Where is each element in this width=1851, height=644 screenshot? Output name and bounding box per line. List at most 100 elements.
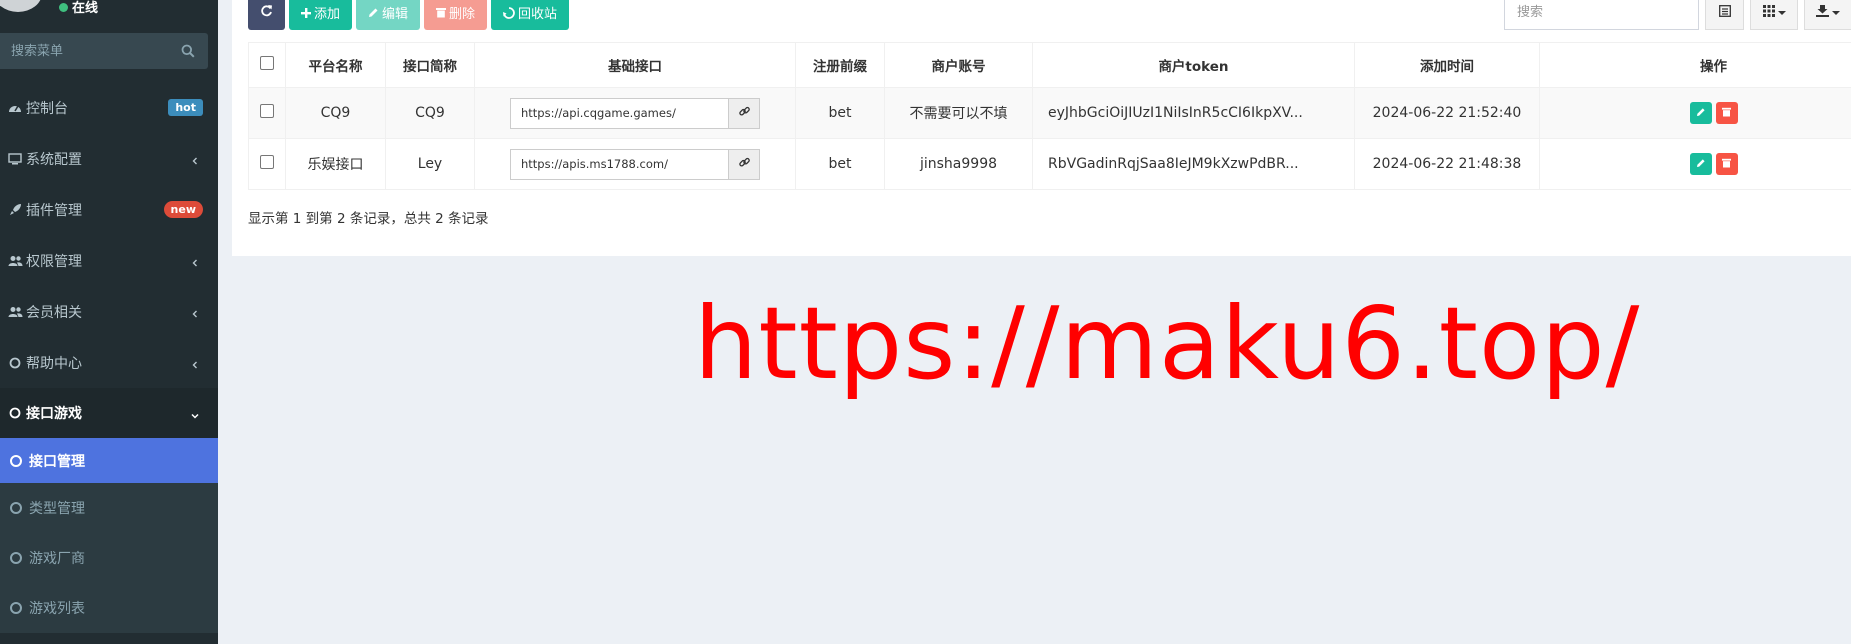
sidebar-subitem-type-manage[interactable]: 类型管理: [0, 483, 218, 533]
add-button-label: 添加: [314, 7, 341, 22]
trash-icon: [436, 7, 447, 18]
circle-icon: [10, 454, 22, 467]
cell-account: 不需要可以不填: [884, 87, 1033, 139]
api-url-input[interactable]: [510, 97, 728, 129]
avatar[interactable]: [0, 0, 42, 12]
menu-search-input[interactable]: [0, 33, 170, 69]
table-tools: [1504, 0, 1851, 30]
header-base-api[interactable]: 基础接口: [474, 42, 796, 88]
refresh-icon: [260, 4, 273, 21]
refresh-button[interactable]: [248, 0, 285, 30]
sidebar-item-label: 接口游戏: [26, 406, 82, 422]
sidebar-item-dashboard[interactable]: 控制台 hot: [0, 82, 218, 133]
watermark-url: https://maku6.top/: [694, 285, 1641, 402]
header-merchant-token[interactable]: 商户token: [1032, 42, 1355, 88]
sidebar-subitem-label: 游戏厂商: [29, 551, 85, 567]
sidebar-item-label: 权限管理: [26, 253, 82, 270]
table-row[interactable]: CQ9 CQ9 bet 不需要可以不填 eyJhbGciOiJIUzI1NiIs…: [248, 87, 1851, 139]
circle-icon: [7, 355, 23, 371]
sidebar-subitem-label: 类型管理: [29, 501, 85, 517]
open-link-button[interactable]: [728, 148, 760, 180]
circle-icon: [7, 405, 23, 421]
grid-icon: [1762, 4, 1775, 21]
sidebar-item-system-config[interactable]: 系统配置: [0, 133, 218, 184]
sidebar-subitem-api-manage[interactable]: 接口管理: [0, 438, 218, 483]
trash-icon: [1722, 156, 1731, 172]
sidebar-subitem-label: 接口管理: [29, 453, 85, 470]
header-register-prefix[interactable]: 注册前缀: [795, 42, 885, 88]
cell-short: CQ9: [385, 87, 475, 139]
select-all-checkbox[interactable]: [260, 56, 274, 70]
header-select-all: [248, 42, 286, 88]
cell-select: [248, 87, 286, 139]
table-search-input[interactable]: [1504, 0, 1699, 30]
main-content: 添加 编辑 删除 回收站 搜索 平台名称 接口简称 基础接口 注册前缀 商户账号…: [218, 0, 1851, 644]
table-body: CQ9 CQ9 bet 不需要可以不填 eyJhbGciOiJIUzI1NiIs…: [248, 87, 1851, 190]
caret-down-icon: [1777, 10, 1786, 15]
api-url-input[interactable]: [510, 148, 728, 180]
cell-time: 2024-06-22 21:48:38: [1354, 138, 1540, 190]
export-dropdown-button[interactable]: [1804, 0, 1851, 30]
dashboard-icon: [7, 100, 23, 116]
table-row[interactable]: 乐娱接口 Ley bet jinsha9998 RbVGadinRqjSaa8I…: [248, 138, 1851, 190]
header-added-time[interactable]: 添加时间: [1354, 42, 1540, 88]
row-actions: [1689, 102, 1738, 124]
delete-button[interactable]: 删除: [424, 0, 488, 30]
online-status-label: 在线: [72, 1, 99, 16]
columns-dropdown-button[interactable]: [1750, 0, 1798, 30]
circle-icon: [10, 502, 22, 514]
chevron-down-icon: [191, 408, 199, 419]
caret-down-icon: [1832, 10, 1840, 15]
delete-button-label: 删除: [449, 7, 476, 22]
add-button[interactable]: 添加: [289, 0, 353, 30]
search-icon[interactable]: [181, 44, 195, 58]
sidebar-item-help[interactable]: 帮助中心: [0, 337, 218, 388]
recycle-icon: [503, 6, 515, 19]
download-icon: [1816, 4, 1829, 21]
cell-token: RbVGadinRqjSaa8IeJM9kXzwPdBR...: [1032, 138, 1355, 190]
menu-search: [0, 33, 208, 69]
sidebar: 在线 控制台 hot 系统配置 插件管理 new: [0, 0, 218, 644]
toggle-view-button[interactable]: [1705, 0, 1744, 30]
edit-button[interactable]: 编辑: [356, 0, 421, 30]
sidebar-item-plugins[interactable]: 插件管理 new: [0, 184, 218, 235]
user-panel: 在线: [0, 0, 218, 26]
sidebar-item-permissions[interactable]: 权限管理: [0, 235, 218, 286]
cell-select: [248, 138, 286, 190]
sidebar-item-label: 插件管理: [26, 202, 82, 219]
desktop-icon: [7, 151, 23, 167]
circle-icon: [10, 552, 22, 564]
row-delete-button[interactable]: [1715, 153, 1738, 175]
online-status: 在线: [59, 0, 98, 16]
row-edit-button[interactable]: [1689, 153, 1712, 175]
sidebar-item-members[interactable]: 会员相关: [0, 286, 218, 337]
api-url-group: [510, 97, 760, 129]
header-platform-name[interactable]: 平台名称: [285, 42, 386, 88]
sidebar-subitem-game-vendors[interactable]: 游戏厂商: [0, 533, 218, 583]
header-merchant-account[interactable]: 商户账号: [884, 42, 1033, 88]
cell-prefix: bet: [795, 138, 885, 190]
list-view-icon: [1718, 4, 1731, 21]
row-delete-button[interactable]: [1715, 102, 1738, 124]
new-badge: new: [163, 201, 203, 218]
trash-icon: [1722, 105, 1731, 121]
pencil-icon: [368, 7, 379, 18]
toolbar: 添加 编辑 删除 回收站: [248, 0, 570, 30]
open-link-button[interactable]: [728, 97, 760, 129]
chevron-left-icon: [191, 255, 199, 267]
recycle-bin-button[interactable]: 回收站: [491, 0, 570, 30]
header-short-name[interactable]: 接口简称: [385, 42, 475, 88]
sidebar-item-label: 系统配置: [26, 151, 82, 168]
sidebar-subitem-game-list[interactable]: 游戏列表: [0, 583, 218, 633]
row-checkbox[interactable]: [260, 155, 274, 169]
sidebar-item-api-games[interactable]: 接口游戏: [0, 388, 218, 438]
cell-platform: CQ9: [285, 87, 386, 139]
data-table: 平台名称 接口简称 基础接口 注册前缀 商户账号 商户token 添加时间 操作…: [248, 42, 1851, 190]
cell-actions: [1539, 87, 1851, 139]
row-checkbox[interactable]: [260, 104, 274, 118]
link-icon: [738, 156, 750, 172]
row-edit-button[interactable]: [1689, 102, 1712, 124]
chevron-left-icon: [191, 306, 199, 318]
online-dot-icon: [59, 3, 68, 12]
header-actions: 操作: [1539, 42, 1851, 88]
